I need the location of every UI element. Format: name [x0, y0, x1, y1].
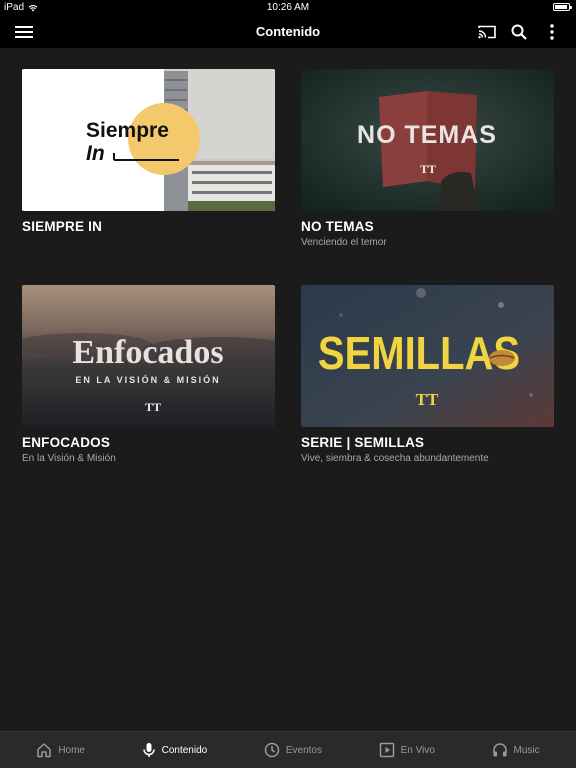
- card-thumbnail: Enfocados EN LA VISIÓN & MISIÓN TT: [22, 285, 275, 427]
- no-temas-artwork: NO TEMAS TT: [301, 69, 554, 211]
- status-bar: iPad 10:26 AM: [0, 0, 576, 15]
- card-title: NO TEMAS: [301, 219, 374, 234]
- nav-item-en-vivo[interactable]: En Vivo: [379, 732, 435, 768]
- battery-level: [555, 5, 567, 9]
- enfocados-artwork: Enfocados EN LA VISIÓN & MISIÓN TT: [22, 285, 275, 427]
- card-title: SERIE | SEMILLAS: [301, 435, 425, 450]
- tt-logo-icon: TT: [145, 400, 161, 414]
- bottom-navigation: Home Contenido Eventos En Vivo Music: [0, 731, 576, 768]
- more-options-button[interactable]: [541, 21, 563, 43]
- tt-logo-icon: TT: [416, 390, 439, 409]
- headphones-icon: [492, 743, 507, 757]
- content-card-enfocados[interactable]: Enfocados EN LA VISIÓN & MISIÓN TT ENFOC…: [22, 285, 275, 464]
- search-button[interactable]: [508, 21, 530, 43]
- card-thumbnail: Siempre In: [22, 69, 275, 211]
- status-time: 10:26 AM: [266, 2, 310, 13]
- content-card-siempre-in[interactable]: Siempre In SIEMPRE IN: [22, 69, 275, 234]
- microphone-icon: [142, 743, 155, 757]
- clock-icon: [264, 742, 280, 758]
- content-card-no-temas[interactable]: NO TEMAS TT NO TEMAS Venciendo el temor: [301, 69, 554, 248]
- nav-label: Contenido: [161, 744, 208, 756]
- nav-item-eventos[interactable]: Eventos: [264, 732, 322, 768]
- battery-icon: [553, 3, 572, 11]
- cast-icon: [478, 25, 496, 39]
- siempre-in-artwork: Siempre In: [22, 69, 275, 211]
- semillas-art-text: SEMILLAS: [318, 328, 520, 379]
- semillas-artwork: SEMILLAS TT: [301, 285, 554, 427]
- nav-item-contenido[interactable]: Contenido: [142, 732, 208, 768]
- nav-item-home[interactable]: Home: [36, 732, 85, 768]
- seed-icon: [489, 350, 515, 366]
- in-art-text: In: [86, 142, 105, 165]
- more-vertical-icon: [550, 24, 554, 40]
- tt-logo-icon: TT: [420, 162, 436, 176]
- app-bar: Contenido: [0, 15, 576, 48]
- nav-label: En Vivo: [400, 744, 435, 756]
- card-title: SIEMPRE IN: [22, 219, 103, 234]
- nav-label: Eventos: [285, 744, 322, 756]
- enfocados-art-text: Enfocados: [72, 334, 223, 371]
- card-subtitle: En la Visión & Misión: [22, 453, 116, 464]
- enfocados-art-subtext: EN LA VISIÓN & MISIÓN: [75, 374, 220, 385]
- play-icon: [379, 742, 394, 758]
- nav-label: Music: [513, 744, 540, 756]
- cast-button[interactable]: [476, 21, 498, 43]
- search-icon: [511, 24, 527, 40]
- content-card-semillas[interactable]: SEMILLAS TT SERIE | SEMILLAS Vive, siemb…: [301, 285, 554, 464]
- card-thumbnail: NO TEMAS TT: [301, 69, 554, 211]
- card-subtitle: Vive, siembra & cosecha abundantemente: [301, 453, 489, 464]
- home-icon: [37, 743, 52, 758]
- card-title: ENFOCADOS: [22, 435, 111, 450]
- card-thumbnail: SEMILLAS TT: [301, 285, 554, 427]
- nav-label: Home: [58, 744, 85, 756]
- siempre-art-text: Siempre: [86, 119, 169, 142]
- no-temas-art-text: NO TEMAS: [357, 121, 497, 149]
- nav-item-music[interactable]: Music: [492, 732, 540, 768]
- card-subtitle: Venciendo el temor: [301, 237, 387, 248]
